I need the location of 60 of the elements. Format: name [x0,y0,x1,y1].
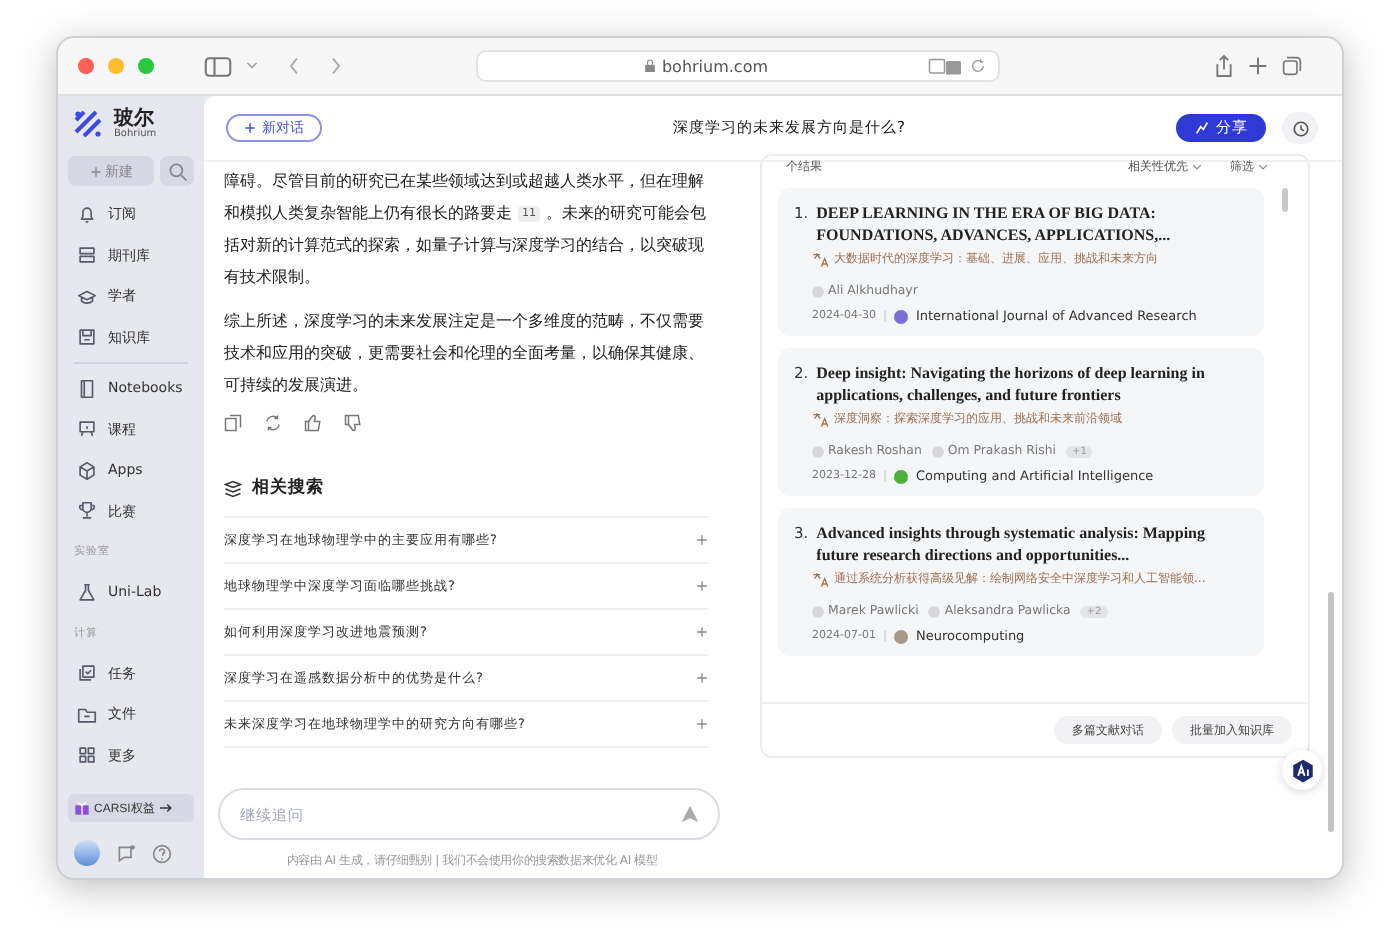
plus-icon [244,122,256,134]
clock-icon [1291,119,1309,137]
logo-icon [72,108,104,140]
help-icon[interactable] [152,843,172,863]
stack-icon [76,244,98,267]
share-page-icon[interactable] [1214,54,1234,78]
tab-overview-icon[interactable] [1282,56,1302,76]
section-title: 相关搜索 [252,476,324,500]
hexagon-icon [1289,757,1315,783]
trophy-icon [76,500,98,523]
graduation-cap-icon [76,285,98,308]
answer-paragraph: 综上所述，深度学习的未来发展注定是一个多维度的范畴，不仅需要技术和应用的突破，更需要社会和伦理的全面考量，以确保其健康、可持续的发展演进。 [224,310,706,398]
paper-title[interactable]: Advanced insights through systematic analysis: Mapping future research directions and opportunities... [816,524,1248,566]
caret-icon[interactable] [246,60,258,72]
paper-title[interactable]: Deep insight: Navigating the horizons of deep learning in applications, challenges, and future frontiers [816,364,1248,406]
paper-title[interactable]: DEEP LEARNING IN THE ERA OF BIG DATA: FOUNDATIONS, ADVANCES, APPLICATIONS,... [816,204,1248,246]
search-icon [167,161,187,181]
reload-icon[interactable] [970,58,986,74]
task-icon [76,662,98,685]
plus-icon [89,165,101,177]
plus-icon [696,672,708,684]
plus-icon [696,626,708,638]
sidebar-toggle-icon[interactable] [204,55,232,77]
forward-icon[interactable] [330,56,342,76]
easel-icon [76,418,98,441]
plus-icon [696,580,708,592]
regenerate-icon[interactable] [264,414,282,432]
lock-icon [643,58,656,74]
layers-icon [224,479,242,497]
bell-icon [76,203,98,226]
paper-card[interactable] [778,508,1264,656]
history-button[interactable] [1282,112,1318,144]
cube-icon [76,459,98,482]
new-tab-icon[interactable] [1248,56,1268,76]
search-button[interactable] [160,156,194,186]
arrow-right-icon [158,802,175,814]
share-icon [1194,120,1210,136]
caret-icon [1192,161,1202,171]
grid-icon [76,744,98,767]
flask-icon [76,581,98,604]
avatar[interactable] [74,840,100,866]
plus-icon [696,534,708,546]
thumbs-up-icon[interactable] [304,414,322,432]
send-icon[interactable] [680,804,700,824]
feedback-icon[interactable] [116,843,136,863]
maximize-window-icon[interactable] [138,58,154,74]
logo-name: 玻尔 [114,109,154,129]
ai-assistant-button[interactable] [1282,750,1322,790]
minimize-window-icon[interactable] [108,58,124,74]
plus-icon [696,718,708,730]
thumbs-down-icon[interactable] [344,414,362,432]
gift-icon [74,800,90,816]
caret-icon [1258,161,1268,171]
address-bar[interactable]: bohrium.com [476,50,1000,82]
book-icon [76,377,98,400]
folder-icon [76,703,98,726]
close-window-icon[interactable] [78,58,94,74]
copy-icon[interactable] [224,414,242,432]
back-icon[interactable] [288,56,300,76]
paper-card[interactable] [778,348,1264,496]
